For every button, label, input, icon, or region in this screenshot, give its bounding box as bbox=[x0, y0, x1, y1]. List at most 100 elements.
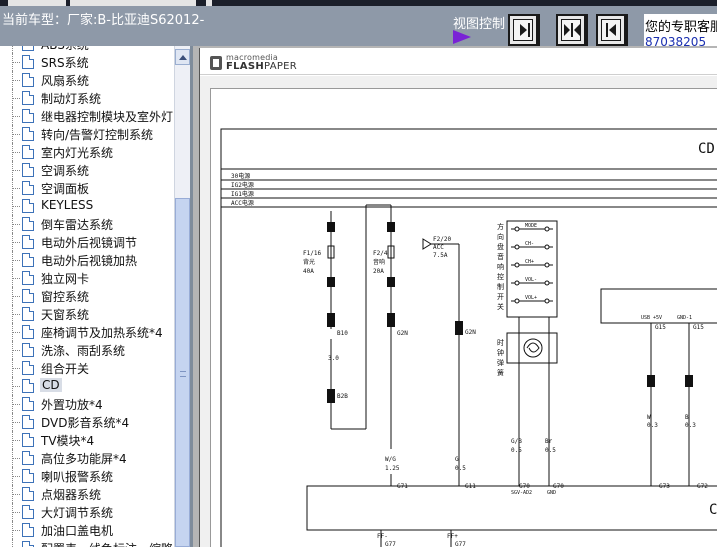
tree-line bbox=[12, 80, 20, 81]
schematic-label: 3.0 bbox=[328, 355, 339, 362]
sidebar-item-label: SRS系统 bbox=[41, 56, 89, 70]
page-icon bbox=[22, 523, 34, 537]
tree-line bbox=[12, 116, 20, 117]
schematic-label: GND-1 bbox=[677, 315, 692, 321]
tree-line bbox=[12, 260, 20, 261]
sidebar-item[interactable]: 外置功放*4 bbox=[0, 395, 174, 413]
connector-label: G77 bbox=[455, 541, 466, 547]
sidebar-item[interactable]: 继电器控制模块及室外灯 bbox=[0, 107, 174, 125]
sidebar-item[interactable]: 转向/告警灯控制系统 bbox=[0, 125, 174, 143]
switch-title-char: 制 bbox=[497, 282, 504, 291]
page-icon bbox=[22, 397, 34, 411]
tree-line bbox=[12, 46, 13, 53]
sidebar-item[interactable]: 风扇系统 bbox=[0, 71, 174, 89]
flashpaper-frame: macromedia FLASHPAPER CD 30电源 IG2电源 IG1电源 AC… bbox=[199, 48, 717, 547]
top-strip-segment bbox=[206, 0, 212, 6]
page-icon bbox=[22, 55, 34, 69]
switch-contact bbox=[514, 244, 520, 250]
connector-pin bbox=[647, 375, 655, 387]
sidebar-scrollbar[interactable] bbox=[174, 46, 190, 547]
split-arrows-icon bbox=[564, 23, 580, 37]
schematic-label: 7.5A bbox=[433, 252, 448, 259]
sidebar-item[interactable]: DVD影音系统*4 bbox=[0, 413, 174, 431]
sidebar-item[interactable]: 制动灯系统 bbox=[0, 89, 174, 107]
support-phone-link[interactable]: 87038205 bbox=[645, 35, 706, 46]
sidebar-item[interactable]: ABS系统 bbox=[0, 46, 174, 53]
connector-pin bbox=[685, 375, 693, 387]
sidebar-item[interactable]: 电动外后视镜调节 bbox=[0, 233, 174, 251]
switch-title-char: 开 bbox=[497, 293, 504, 301]
sidebar-item[interactable]: 加油口盖电机 bbox=[0, 521, 174, 539]
connector-pin bbox=[455, 321, 463, 335]
sidebar-item-label: 空调面板 bbox=[41, 182, 90, 196]
sidebar-item[interactable]: 大灯调节系统 bbox=[0, 503, 174, 521]
sidebar-item[interactable]: 洗涤、雨刮系统 bbox=[0, 341, 174, 359]
clock-title-char: 簧 bbox=[497, 368, 504, 377]
sidebar-item-label: 电动外后视镜加热 bbox=[41, 254, 138, 268]
tree-line bbox=[12, 314, 20, 315]
sidebar-item[interactable]: 空调面板 bbox=[0, 179, 174, 197]
top-strip-segment bbox=[70, 0, 196, 6]
scroll-thumb[interactable] bbox=[175, 198, 190, 547]
document-viewer: macromedia FLASHPAPER CD 30电源 IG2电源 IG1电源 AC… bbox=[193, 46, 717, 547]
tree-line bbox=[12, 350, 20, 351]
split-view-button[interactable] bbox=[556, 14, 588, 46]
tree-line bbox=[12, 494, 20, 495]
sidebar-item[interactable]: 点烟器系统 bbox=[0, 485, 174, 503]
schematic-label: ACC bbox=[433, 244, 444, 251]
power-rail-label: 30电源 bbox=[231, 172, 250, 180]
sidebar-item[interactable]: CD bbox=[0, 377, 174, 395]
sidebar-item[interactable]: 喇叭报警系统 bbox=[0, 467, 174, 485]
sidebar-item[interactable]: 配置表、线色标注、缩略 bbox=[0, 539, 174, 547]
connector-label: G15 bbox=[693, 324, 704, 331]
wiring-diagram: CD 30电源IG2电源IG1电源ACC电源 F1/16背光 40A B10 3.0 B2B… bbox=[220, 128, 717, 547]
sidebar-item[interactable]: 电动外后视镜加热 bbox=[0, 251, 174, 269]
page-icon bbox=[22, 307, 34, 321]
sidebar-item-label: 继电器控制模块及室外灯 bbox=[41, 110, 174, 124]
sidebar-item-label: 点烟器系统 bbox=[41, 488, 102, 502]
sidebar-item[interactable]: 高位多功能屏*4 bbox=[0, 449, 174, 467]
sidebar-item[interactable]: SRS系统 bbox=[0, 53, 174, 71]
schematic-label: 20A bbox=[373, 268, 384, 275]
wire-color-label: W/G bbox=[385, 456, 396, 463]
switch-label: CH+ bbox=[525, 259, 534, 265]
schematic-label: FF- bbox=[377, 533, 388, 540]
sidebar-item-label: 电动外后视镜调节 bbox=[41, 236, 138, 250]
sidebar-item[interactable]: KEYLESS bbox=[0, 197, 174, 215]
sidebar-item-label: 座椅调节及加热系统*4 bbox=[41, 326, 163, 340]
schematic-label: F2/4 bbox=[373, 250, 388, 257]
flashpaper-toolbar: macromedia FLASHPAPER bbox=[200, 48, 717, 75]
power-rail-label: IG2电源 bbox=[231, 181, 254, 189]
page-icon bbox=[22, 271, 34, 285]
page-icon bbox=[22, 181, 34, 195]
support-contact: 您的专职客服 87038205 bbox=[644, 14, 717, 46]
wire-size-label: 0.5 bbox=[455, 465, 466, 472]
schematic-label: F1/16 bbox=[303, 250, 321, 257]
wire-color-label: G bbox=[455, 456, 459, 463]
page-icon bbox=[22, 46, 34, 51]
wire-size-label: 0.3 bbox=[685, 422, 696, 429]
sidebar-item[interactable]: 室内灯光系统 bbox=[0, 143, 174, 161]
sidebar-item[interactable]: 独立网卡 bbox=[0, 269, 174, 287]
sidebar-item[interactable]: TV模块*4 bbox=[0, 431, 174, 449]
switch-contact bbox=[544, 298, 550, 304]
page-icon bbox=[22, 73, 34, 87]
sidebar-item-label: 室内灯光系统 bbox=[41, 146, 114, 160]
switch-title-char: 盘 bbox=[497, 242, 504, 251]
schematic-label: 40A bbox=[303, 268, 314, 275]
sidebar-item[interactable]: 窗控系统 bbox=[0, 287, 174, 305]
sidebar-item[interactable]: 天窗系统 bbox=[0, 305, 174, 323]
sidebar-item[interactable]: 组合开关 bbox=[0, 359, 174, 377]
switch-contact bbox=[514, 262, 520, 268]
sidebar-item[interactable]: 空调系统 bbox=[0, 161, 174, 179]
sidebar-item-label: 制动灯系统 bbox=[41, 92, 102, 106]
expand-right-button[interactable] bbox=[508, 14, 540, 46]
sidebar-item[interactable]: 座椅调节及加热系统*4 bbox=[0, 323, 174, 341]
system-tree: ABS系统 SRS系统风扇系统制动灯系统继电器控制模块及室外灯转向/告警灯控制系统… bbox=[0, 46, 174, 547]
sidebar-item-label: 大灯调节系统 bbox=[41, 506, 114, 520]
sidebar-item[interactable]: 倒车雷达系统 bbox=[0, 215, 174, 233]
scroll-up-button[interactable] bbox=[175, 49, 190, 65]
collapse-left-button[interactable] bbox=[596, 14, 628, 46]
page-area[interactable]: CD 30电源 IG2电源 IG1电源 ACC电源 F1/16 背光 40A B10 3.0 B2B… bbox=[200, 76, 717, 547]
tree-line bbox=[12, 368, 20, 369]
